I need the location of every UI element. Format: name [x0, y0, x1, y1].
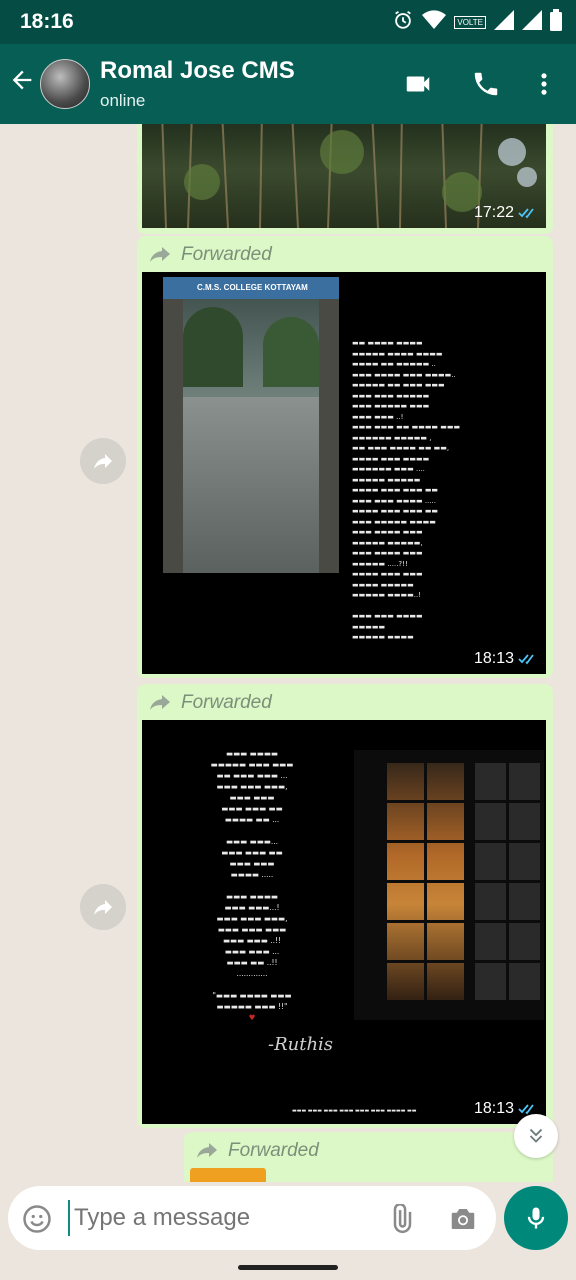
gate-sign: C.M.S. COLLEGE KOTTAYAM [163, 277, 339, 299]
message-input-container [8, 1186, 496, 1250]
message-image[interactable]: 17:22 [142, 124, 546, 228]
avatar[interactable] [40, 59, 90, 109]
message-bubble[interactable]: Forwarded ▬▬▬ ▬▬▬▬ ▬▬▬▬▬ ▬▬▬ ▬▬▬ ▬▬ ▬▬▬ ▬▬… [137, 684, 553, 1128]
double-check-icon [518, 208, 534, 219]
forwarded-label: Forwarded [147, 692, 272, 714]
alarm-icon [392, 9, 414, 36]
message-time: 18:13 [473, 1100, 514, 1117]
share-button[interactable] [80, 438, 126, 484]
message-bubble[interactable]: 17:22 [137, 124, 553, 234]
photo-college-gate: C.M.S. COLLEGE KOTTAYAM [163, 277, 339, 573]
share-forward-icon [94, 454, 112, 469]
forward-arrow-icon [150, 247, 170, 262]
emoji-icon [23, 1205, 51, 1233]
more-options-button[interactable] [530, 69, 558, 104]
wifi-icon [422, 10, 447, 35]
forwarded-label: Forwarded [194, 1140, 319, 1162]
camera-icon [451, 1209, 475, 1229]
camera-button[interactable] [448, 1204, 478, 1239]
photo-window [354, 750, 544, 1020]
home-handle[interactable] [238, 1265, 338, 1270]
poem-text: ▬▬ ▬▬▬▬ ▬▬▬▬ ▬▬▬▬▬ ▬▬▬▬ ▬▬▬▬ ▬▬▬▬ ▬▬ ▬▬▬▬▬… [352, 339, 461, 641]
chat-area[interactable]: 17:22 Forwarded C.M.S. COLLEGE KOTTAYAM [0, 124, 576, 1182]
message-input[interactable] [68, 1200, 368, 1236]
scroll-to-bottom-button[interactable] [514, 1114, 558, 1158]
share-forward-icon [94, 900, 112, 915]
share-button[interactable] [80, 884, 126, 930]
forward-arrow-icon [150, 695, 170, 710]
attach-icon [393, 1203, 412, 1233]
message-image[interactable]: ▬▬▬ ▬▬▬▬ ▬▬▬▬▬ ▬▬▬ ▬▬▬ ▬▬ ▬▬▬ ▬▬▬ ... ▬▬▬ ▬… [142, 720, 546, 1124]
video-call-icon [406, 76, 430, 92]
status-bar: 18:16 VOLTE [0, 0, 576, 44]
message-image[interactable] [190, 1168, 266, 1182]
back-arrow-icon [12, 70, 32, 90]
mic-icon [527, 1207, 545, 1229]
signature: -Ruthis [268, 1034, 334, 1055]
message-bubble[interactable]: Forwarded [184, 1132, 553, 1182]
message-bubble[interactable]: Forwarded C.M.S. COLLEGE KOTTAYAM ▬▬ ▬▬▬… [137, 236, 553, 678]
system-icons: VOLTE [392, 9, 562, 36]
voice-record-button[interactable] [504, 1186, 568, 1250]
video-call-button[interactable] [402, 69, 434, 104]
signal-icon [494, 10, 514, 35]
contact-name[interactable]: Romal Jose CMS [100, 57, 295, 85]
message-time: 18:13 [473, 650, 514, 667]
system-nav-bar [0, 1254, 576, 1280]
chat-header: Romal Jose CMS online [0, 44, 576, 124]
message-image[interactable]: C.M.S. COLLEGE KOTTAYAM ▬▬ ▬▬▬▬ ▬▬▬▬ ▬▬▬▬… [142, 272, 546, 674]
forward-arrow-icon [197, 1143, 217, 1158]
more-vert-icon [541, 73, 547, 95]
chevron-double-down-icon [529, 1128, 543, 1143]
double-check-icon [518, 654, 534, 665]
emoji-button[interactable] [22, 1204, 52, 1239]
poem-text: ▬▬▬ ▬▬▬▬ ▬▬▬▬▬ ▬▬▬ ▬▬▬ ▬▬ ▬▬▬ ▬▬▬ ... ▬▬▬ ▬… [210, 749, 294, 1022]
status-time: 18:16 [20, 10, 74, 33]
attach-button[interactable] [386, 1203, 416, 1239]
signal-2-icon [522, 10, 542, 35]
message-time: 17:22 [473, 204, 514, 221]
volte-badge: VOLTE [454, 16, 486, 29]
contact-status: online [100, 91, 146, 110]
message-meta: 17:22 [474, 204, 538, 222]
voice-call-button[interactable] [471, 69, 501, 104]
forwarded-label: Forwarded [147, 244, 272, 266]
phone-icon [474, 72, 498, 96]
message-meta: 18:13 [474, 650, 538, 668]
battery-icon [550, 9, 562, 36]
back-button[interactable] [8, 66, 38, 102]
